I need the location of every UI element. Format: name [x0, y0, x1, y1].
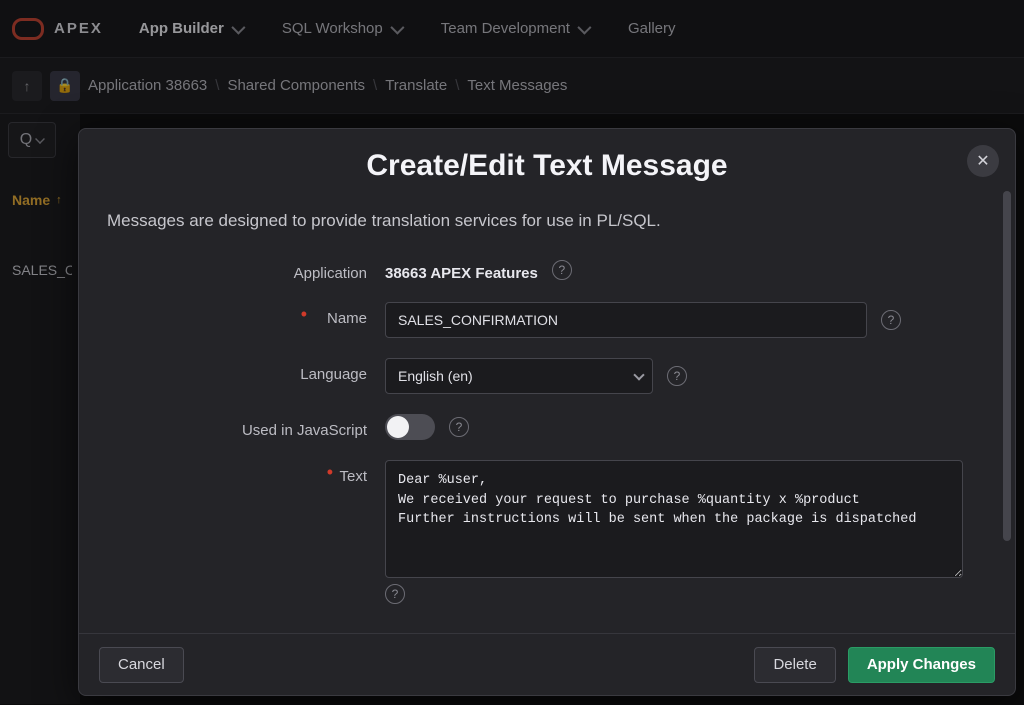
delete-button[interactable]: Delete [754, 647, 835, 683]
cancel-button[interactable]: Cancel [99, 647, 184, 683]
modal-header: Create/Edit Text Message ✕ [79, 129, 1015, 191]
used-in-js-toggle[interactable] [385, 414, 435, 440]
modal-description: Messages are designed to provide transla… [107, 211, 987, 231]
label-text: • Text [107, 460, 385, 485]
row-language: Language English (en) ? [107, 358, 987, 394]
required-indicator: • [301, 304, 307, 325]
language-value: English (en) [385, 358, 653, 394]
row-used-in-js: Used in JavaScript ? [107, 414, 987, 440]
language-select[interactable]: English (en) [385, 358, 653, 394]
label-application: Application [107, 257, 385, 282]
row-text: • Text [107, 460, 987, 578]
modal-scrollbar[interactable] [1003, 191, 1011, 541]
modal-footer: Cancel Delete Apply Changes [79, 633, 1015, 695]
row-application: Application 38663 APEX Features ? [107, 257, 987, 282]
close-button[interactable]: ✕ [967, 145, 999, 177]
modal-body: Messages are designed to provide transla… [79, 191, 1015, 633]
help-icon[interactable]: ? [449, 417, 469, 437]
help-icon[interactable]: ? [552, 260, 572, 280]
close-icon: ✕ [976, 151, 989, 171]
modal-edit-text-message: Create/Edit Text Message ✕ Messages are … [78, 128, 1016, 696]
help-icon[interactable]: ? [881, 310, 901, 330]
apply-changes-button[interactable]: Apply Changes [848, 647, 995, 683]
label-used-in-js: Used in JavaScript [107, 414, 385, 439]
modal-title: Create/Edit Text Message [103, 149, 991, 183]
value-application: 38663 APEX Features [385, 257, 538, 282]
row-name: • Name ? [107, 302, 987, 338]
help-icon[interactable]: ? [385, 584, 405, 604]
required-indicator: • [327, 462, 333, 483]
help-icon[interactable]: ? [667, 366, 687, 386]
toggle-knob [387, 416, 409, 438]
label-language: Language [107, 358, 385, 383]
name-input[interactable] [385, 302, 867, 338]
text-textarea[interactable] [385, 460, 963, 578]
label-name: • Name [107, 302, 385, 327]
